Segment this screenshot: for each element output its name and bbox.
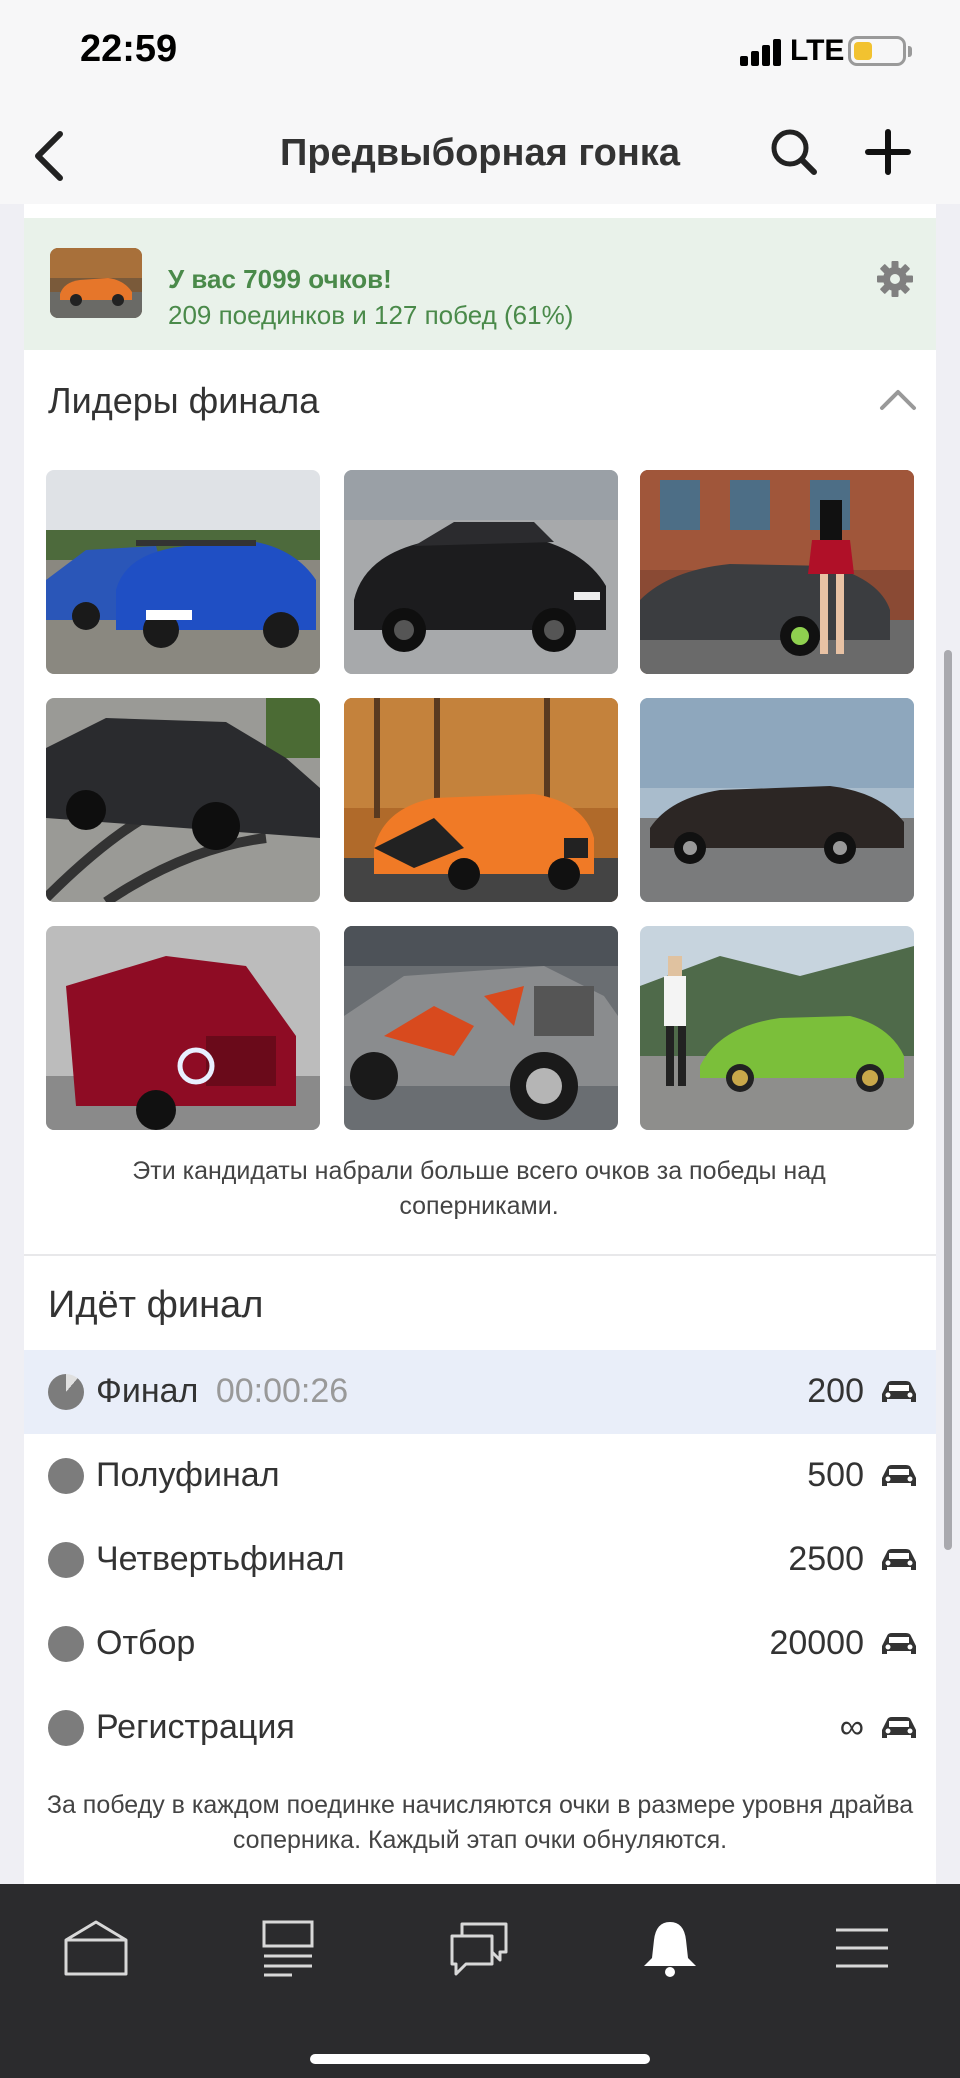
dark-accord-photo[interactable] <box>640 698 914 902</box>
gear-icon[interactable] <box>876 260 914 298</box>
content-card: У вас 7099 очков! 209 поединков и 127 по… <box>24 204 936 1884</box>
stage-name: Четвертьфинал <box>96 1540 345 1578</box>
search-icon[interactable] <box>768 124 820 180</box>
stage-name: Отбор <box>96 1624 196 1662</box>
blue-subaru-photo[interactable] <box>46 470 320 674</box>
stage-row-registration[interactable]: Регистрация ∞ <box>24 1686 936 1770</box>
stage-value: 2500 <box>788 1540 864 1578</box>
stage-timer: 00:00:26 <box>215 1372 349 1410</box>
black-challenger-photo[interactable] <box>344 470 618 674</box>
stage-name: Регистрация <box>96 1708 295 1746</box>
skoda-girl-photo[interactable] <box>640 470 914 674</box>
status-time: 22:59 <box>80 28 178 70</box>
chat-icon[interactable] <box>442 1918 514 1978</box>
stage-row-final[interactable]: Финал 00:00:26 200 <box>24 1350 936 1434</box>
signal-icon <box>740 38 782 66</box>
bell-icon[interactable] <box>634 1918 706 1978</box>
red-pickup-photo[interactable] <box>46 926 320 1130</box>
score-title: У вас 7099 очков! <box>168 264 392 294</box>
leaders-note: Эти кандидаты набрали больше всего очков… <box>132 1157 826 1220</box>
stage-value: 200 <box>807 1372 864 1410</box>
tab-bar <box>0 1884 960 2078</box>
home-indicator <box>310 2054 650 2064</box>
stage-value: 20000 <box>769 1624 864 1662</box>
feed-icon[interactable] <box>252 1918 324 1978</box>
stage-row-semifinal[interactable]: Полуфинал 500 <box>24 1434 936 1518</box>
scrollbar[interactable] <box>944 650 952 1550</box>
stage-status-icon <box>48 1542 84 1578</box>
car-icon <box>882 1381 916 1402</box>
black-sedan-photo[interactable] <box>46 698 320 902</box>
green-hatchback-photo[interactable] <box>640 926 914 1130</box>
stage-name: Полуфинал <box>96 1456 280 1494</box>
score-banner: У вас 7099 очков! 209 поединков и 127 по… <box>24 218 936 350</box>
stage-row-selection[interactable]: Отбор 20000 <box>24 1602 936 1686</box>
car-icon <box>882 1717 916 1738</box>
camo-tundra-photo[interactable] <box>344 926 618 1130</box>
chevron-up-icon[interactable] <box>876 380 920 420</box>
network-label: LTE <box>790 34 845 67</box>
final-title: Идёт финал <box>48 1284 264 1326</box>
stage-progress-icon <box>48 1374 84 1410</box>
score-subtitle: 209 поединков и 127 побед (61%) <box>168 300 574 330</box>
stage-row-quarterfinal[interactable]: Четвертьфинал 2500 <box>24 1518 936 1602</box>
user-car-avatar[interactable] <box>50 248 142 318</box>
orange-audi-photo[interactable] <box>344 698 618 902</box>
nav-bar: Предвыборная гонка <box>0 104 960 204</box>
stage-status-icon <box>48 1626 84 1662</box>
leaders-title: Лидеры финала <box>48 380 320 421</box>
car-icon <box>882 1633 916 1654</box>
stage-value: ∞ <box>839 1708 864 1746</box>
battery-icon <box>848 36 912 66</box>
menu-icon[interactable] <box>826 1918 898 1978</box>
stage-status-icon <box>48 1458 84 1494</box>
car-icon <box>882 1549 916 1570</box>
car-icon <box>882 1465 916 1486</box>
home-icon[interactable] <box>60 1918 132 1978</box>
divider <box>24 1254 936 1256</box>
stage-name: Финал <box>96 1372 199 1410</box>
stage-value: 500 <box>807 1456 864 1494</box>
stage-status-icon <box>48 1710 84 1746</box>
final-note: За победу в каждом поединке начисляются … <box>46 1791 914 1854</box>
status-bar: 22:59 LTE <box>0 0 960 104</box>
plus-icon[interactable] <box>862 124 914 180</box>
